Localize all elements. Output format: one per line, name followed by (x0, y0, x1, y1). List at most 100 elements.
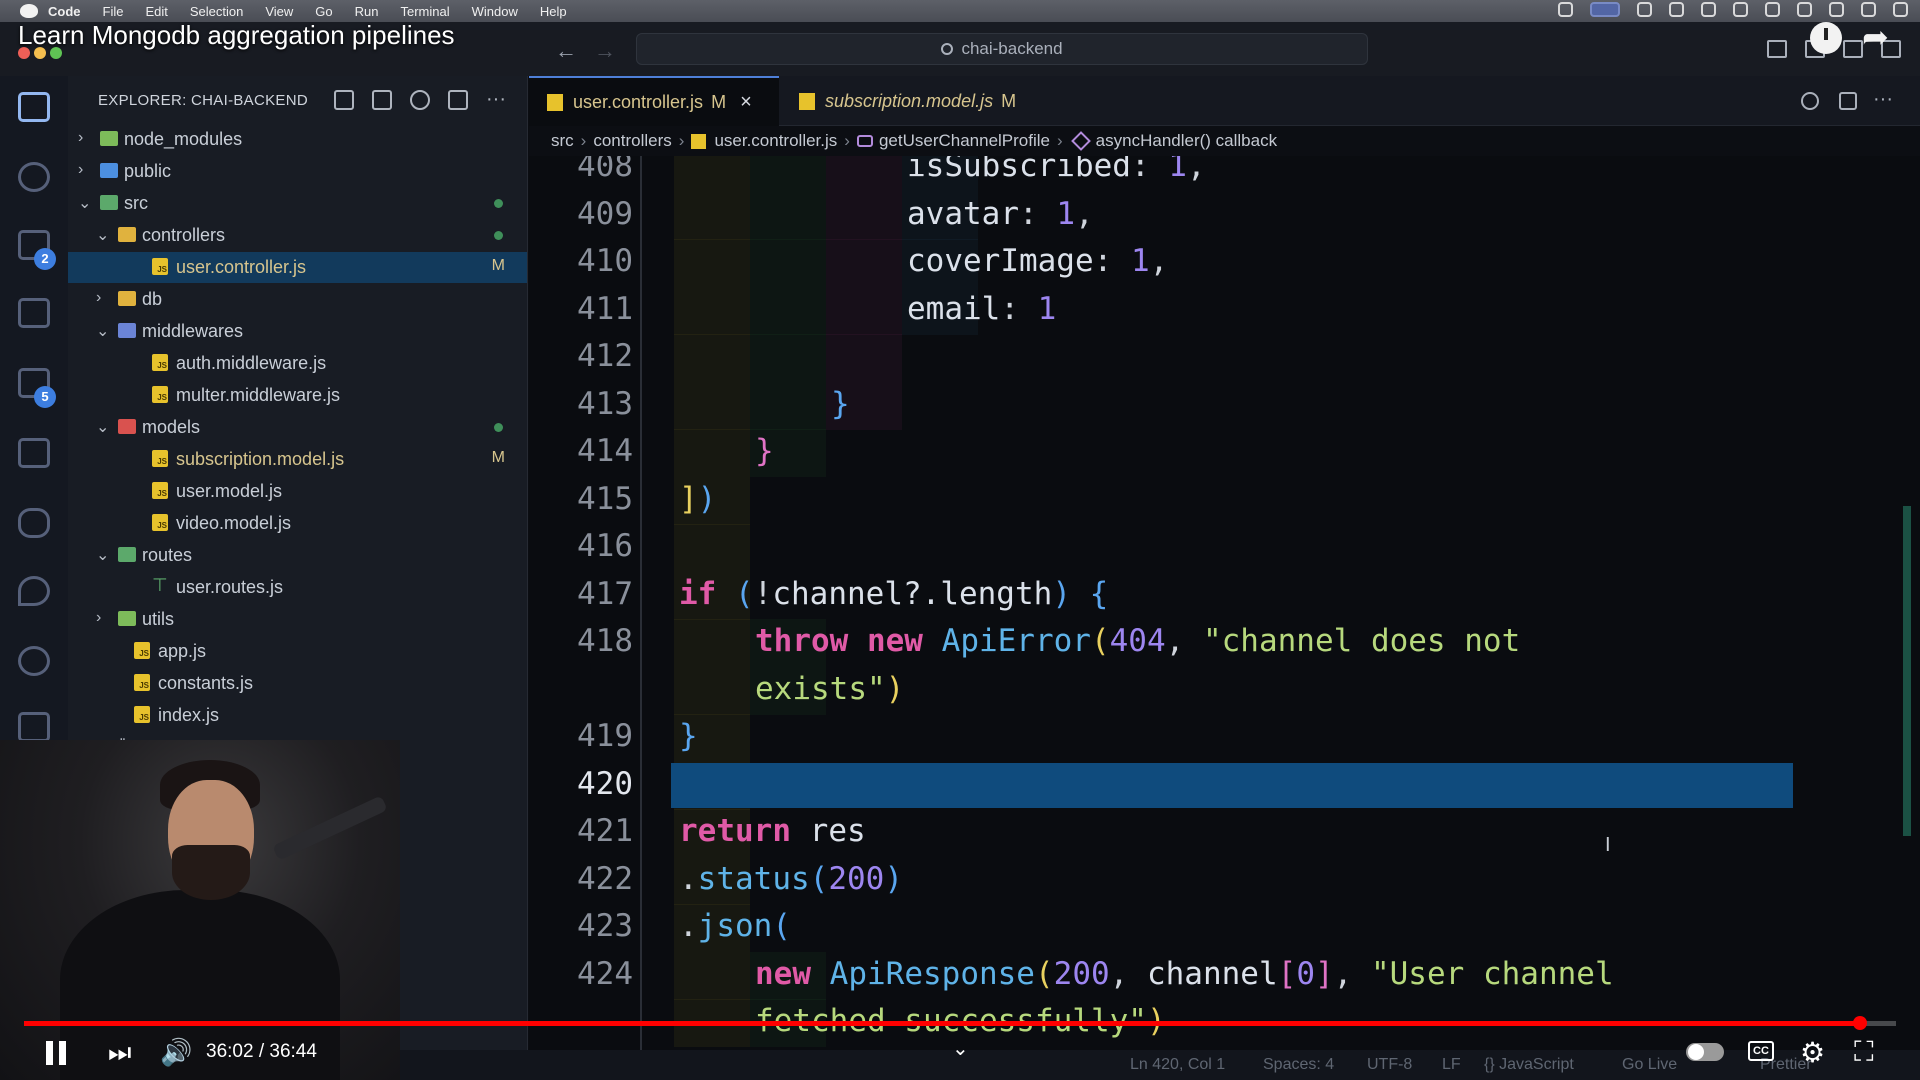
captions-icon[interactable]: CC (1748, 1041, 1774, 1061)
menu-run[interactable]: Run (355, 4, 379, 19)
menu-help[interactable]: Help (540, 4, 567, 19)
grid-icon[interactable] (1733, 2, 1748, 17)
code-line[interactable]: 423 .json( (529, 904, 1920, 952)
split-editor-icon[interactable] (1839, 92, 1857, 110)
docker-icon[interactable] (18, 508, 50, 538)
menu-terminal[interactable]: Terminal (401, 4, 450, 19)
tree-item-auth-middleware-js[interactable]: JS auth.middleware.js (68, 348, 527, 379)
battery-icon[interactable] (1861, 2, 1876, 17)
tree-item-db[interactable]: › db (68, 284, 527, 315)
breadcrumb-file[interactable]: user.controller.js (714, 131, 837, 151)
tree-item-video-model-js[interactable]: JS video.model.js (68, 508, 527, 539)
menu-edit[interactable]: Edit (145, 4, 167, 19)
share-icon[interactable]: ➦ (1862, 18, 1889, 56)
chevron-down-icon[interactable]: ⌄ (96, 417, 109, 437)
wifi-icon[interactable] (1829, 2, 1844, 17)
tree-item-middlewares[interactable]: ⌄ middlewares (68, 316, 527, 347)
exit-fullscreen-icon[interactable]: ⛶ (1854, 1036, 1874, 1069)
toggle-sidebar-icon[interactable] (1767, 40, 1787, 58)
breadcrumb-src[interactable]: src (551, 131, 574, 151)
chevron-right-icon[interactable]: › (96, 289, 101, 307)
collapse-all-icon[interactable] (448, 90, 468, 110)
tab-user-controller[interactable]: user.controller.js M × (529, 76, 779, 126)
indentation[interactable]: Spaces: 4 (1263, 1056, 1334, 1074)
scrollbar-thumb[interactable] (1903, 506, 1911, 836)
watch-later-icon[interactable] (1810, 22, 1842, 54)
next-video-icon[interactable]: ⏭ (108, 1037, 131, 1069)
refresh-icon[interactable] (410, 90, 430, 110)
run-debug-icon[interactable] (18, 298, 50, 328)
tree-item-constants-js[interactable]: JS constants.js (68, 668, 527, 699)
code-line[interactable]: 415]) (529, 476, 1920, 525)
more-actions-icon[interactable]: ··· (486, 88, 506, 111)
tree-item-index-js[interactable]: JS index.js (68, 700, 527, 731)
autoplay-toggle[interactable] (1686, 1043, 1724, 1061)
code-line[interactable]: exists") (529, 666, 1920, 715)
tree-item-multer-middleware-js[interactable]: JS multer.middleware.js (68, 380, 527, 411)
tree-item-routes[interactable]: ⌄ routes (68, 540, 527, 571)
tree-item-controllers[interactable]: ⌄ controllers (68, 220, 527, 251)
tab-subscription-model[interactable]: subscription.model.js M (781, 76, 1051, 126)
menu-window[interactable]: Window (472, 4, 518, 19)
remote-explorer-icon[interactable] (18, 438, 50, 468)
breadcrumb-callback[interactable]: asyncHandler() callback (1096, 131, 1277, 151)
go-live-button[interactable]: Go Live (1622, 1056, 1677, 1074)
chevron-down-icon[interactable]: ⌄ (78, 193, 91, 213)
code-line[interactable]: 411 email: 1 (529, 286, 1920, 335)
tree-item-user-routes-js[interactable]: ⊤ user.routes.js (68, 572, 527, 603)
chevron-down-icon[interactable]: ⌄ (96, 225, 109, 245)
code-line[interactable]: 412 (529, 334, 1920, 382)
video-title[interactable]: Learn Mongodb aggregation pipelines (18, 20, 455, 51)
more-actions-icon[interactable]: ··· (1873, 88, 1893, 111)
code-line[interactable]: 420 (529, 761, 1920, 810)
mongodb-icon[interactable] (18, 576, 50, 606)
back-arrow-icon[interactable]: ← (555, 38, 577, 64)
tree-item-node-modules[interactable]: › node_modules (68, 124, 527, 155)
menu-go[interactable]: Go (315, 4, 332, 19)
status-app-icon[interactable] (1637, 2, 1652, 17)
tree-item-user-controller-js[interactable]: JS user.controller.js M (68, 252, 527, 283)
code-line[interactable]: 410 coverImage: 1, (529, 239, 1920, 287)
breadcrumb-controllers[interactable]: controllers (593, 131, 671, 151)
tree-item-app-js[interactable]: JS app.js (68, 636, 527, 667)
compare-changes-icon[interactable] (1801, 92, 1819, 110)
code-line[interactable]: 408 isSubscribed: 1, (529, 156, 1920, 192)
cursor-position[interactable]: Ln 420, Col 1 (1130, 1056, 1225, 1074)
screen-record-icon[interactable] (1590, 2, 1620, 17)
code-line[interactable]: 409 avatar: 1, (529, 191, 1920, 240)
new-file-icon[interactable] (334, 90, 354, 110)
bluetooth-icon[interactable] (1765, 2, 1780, 17)
pause-icon[interactable] (46, 1041, 68, 1065)
chevron-down-icon[interactable]: ⌄ (96, 321, 109, 341)
camera-icon[interactable] (1701, 2, 1716, 17)
chevron-right-icon[interactable]: › (78, 161, 83, 179)
file-encoding[interactable]: UTF-8 (1367, 1056, 1412, 1074)
search-view-icon[interactable] (18, 162, 50, 192)
code-line[interactable]: 419} (529, 714, 1920, 762)
display-icon[interactable] (1797, 2, 1812, 17)
code-line[interactable]: 422 .status(200) (529, 856, 1920, 905)
status-app-icon[interactable] (1558, 2, 1573, 17)
explorer-icon[interactable] (18, 92, 50, 122)
menu-view[interactable]: View (265, 4, 293, 19)
video-progress-bar[interactable] (24, 1016, 1896, 1030)
toggle-secondary-sidebar-icon[interactable] (1843, 40, 1863, 58)
close-tab-icon[interactable]: × (740, 91, 752, 114)
settings-gear-icon[interactable]: ⚙ (1800, 1036, 1825, 1069)
tree-item-subscription-model-js[interactable]: JS subscription.model.js M (68, 444, 527, 475)
chevron-down-icon[interactable]: ⌄ (96, 545, 109, 565)
menu-code[interactable]: Code (48, 4, 81, 19)
forward-arrow-icon[interactable]: → (594, 38, 616, 64)
tree-item-utils[interactable]: › utils (68, 604, 527, 635)
code-line[interactable]: 413} (529, 381, 1920, 430)
chevron-right-icon[interactable]: › (96, 609, 101, 627)
code-line[interactable]: 418 throw new ApiError(404, "channel does… (529, 619, 1920, 667)
siri-icon[interactable] (1893, 2, 1908, 17)
code-editor[interactable]: 408 isSubscribed: 1, 409 avatar: 1, 410 cover… (529, 156, 1920, 1050)
tree-item-public[interactable]: › public (68, 156, 527, 187)
code-line[interactable]: 424 new ApiResponse(200, channel[0], "Use… (529, 951, 1920, 1000)
breadcrumb-symbol[interactable]: getUserChannelProfile (879, 131, 1050, 151)
menu-file[interactable]: File (103, 4, 124, 19)
comments-icon[interactable] (18, 712, 50, 742)
code-line[interactable]: 417 if (!channel?.length) { (529, 571, 1920, 620)
